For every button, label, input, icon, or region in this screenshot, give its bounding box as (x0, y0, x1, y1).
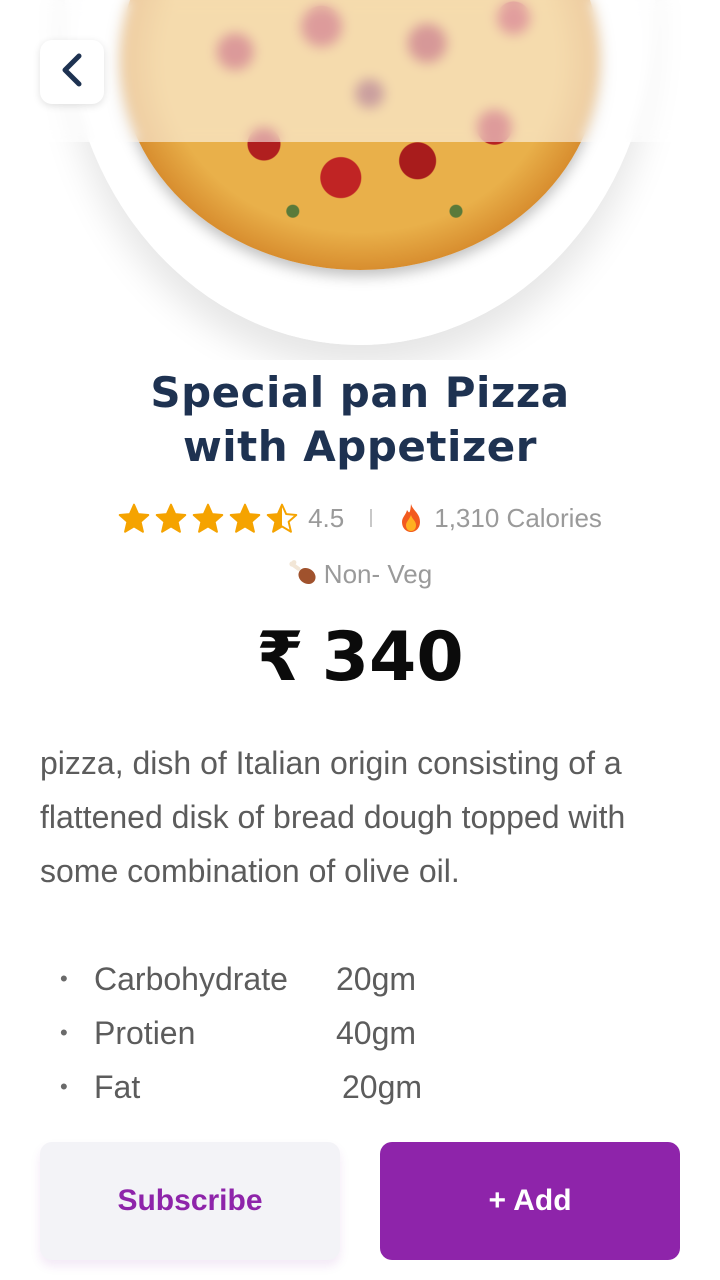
back-button[interactable] (40, 40, 104, 104)
product-price: ₹ 340 (0, 615, 720, 699)
diet-type: Non- Veg (0, 554, 720, 594)
diet-label: Non- Veg (323, 558, 433, 589)
rating-stars (118, 503, 298, 533)
product-title: Special pan Pizza with Appetizer (60, 366, 660, 474)
nutrient-name: Fat (94, 1068, 141, 1105)
nutrient-value: 20gm (342, 1068, 423, 1105)
fire-icon (398, 503, 424, 533)
header-overlay (0, 0, 720, 142)
product-meta-row: 4.5 1,310 Calories (0, 496, 720, 540)
list-bullet: • (60, 1074, 68, 1099)
star-icon (229, 503, 261, 533)
meta-divider (370, 509, 373, 527)
add-to-cart-button[interactable]: + Add (380, 1142, 680, 1260)
subscribe-button[interactable]: Subscribe (40, 1142, 340, 1260)
rating-value: 4.5 (308, 502, 345, 533)
product-title-line-2: with Appetizer (182, 422, 538, 471)
currency-symbol: ₹ (256, 617, 304, 697)
product-detail-screen: Special pan Pizza with Appetizer 4.5 1,3… (0, 0, 720, 1280)
nutrient-item-fat: • Fat 20gm (60, 1060, 660, 1114)
star-icon (155, 503, 187, 533)
nutrition-list: • Carbohydrate 20gm • Protien 40gm • Fat… (60, 952, 660, 1114)
nutrient-name: Protien (94, 1014, 196, 1051)
price-value: 340 (321, 617, 464, 697)
list-bullet: • (60, 966, 68, 991)
nutrient-value: 20gm (336, 960, 417, 997)
star-icon (118, 503, 150, 533)
star-icon (266, 503, 298, 533)
product-hero-image (0, 0, 720, 360)
nutrient-item-protein: • Protien 40gm (60, 1006, 660, 1060)
nutrient-value: 40gm (336, 1014, 417, 1051)
nutrient-item-carbohydrate: • Carbohydrate 20gm (60, 952, 660, 1006)
product-description: pizza, dish of Italian origin consisting… (40, 745, 626, 889)
chevron-left-icon (57, 51, 87, 94)
list-bullet: • (60, 1020, 68, 1045)
chicken-leg-icon (288, 560, 318, 588)
calories-value: 1,310 Calories (434, 502, 602, 533)
star-icon (192, 503, 224, 533)
nutrient-name: Carbohydrate (94, 960, 288, 997)
product-title-line-1: Special pan Pizza (150, 368, 570, 417)
